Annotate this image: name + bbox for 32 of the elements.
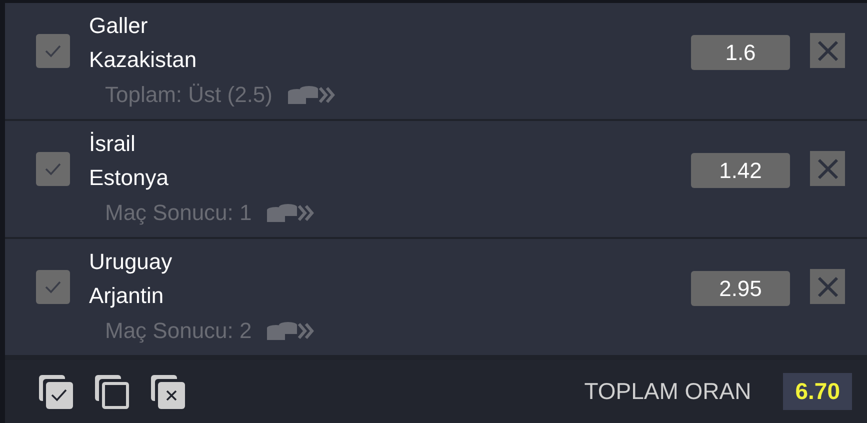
checkbox[interactable] [36,270,70,304]
close-icon [816,158,838,180]
total-odds: 6.70 [783,373,852,410]
team-name: Galler [89,12,149,40]
team-name: Uruguay [89,248,174,276]
check-icon [44,44,62,58]
coins-arrow-icon [286,84,336,106]
team-name: İsrail [89,130,136,158]
check-icon [44,162,62,176]
check-icon [44,280,62,294]
close-icon [816,276,838,298]
copy-icon[interactable] [94,374,130,410]
odds-value: 2.95 [691,271,790,306]
team-name: Estonya [89,164,170,192]
close-button[interactable] [810,269,845,304]
team-name: Kazakistan [89,46,198,74]
market-label: Toplam: Üst (2.5) [105,82,272,108]
total-label: TOPLAM ORAN [584,378,752,405]
coins-arrow-icon [266,320,316,342]
market-label: Maç Sonucu: 1 [105,200,252,226]
close-button[interactable] [810,151,845,186]
checkbox[interactable] [36,152,70,186]
market-label: Maç Sonucu: 2 [105,318,252,344]
close-icon [816,40,838,62]
coins-arrow-icon [266,202,316,224]
close-button[interactable] [810,33,845,68]
select-all-icon[interactable] [38,374,74,410]
odds-value: 1.42 [691,153,790,188]
delete-all-icon[interactable] [150,374,186,410]
checkbox[interactable] [36,34,70,68]
team-name: Arjantin [89,282,165,310]
odds-value: 1.6 [691,35,790,70]
